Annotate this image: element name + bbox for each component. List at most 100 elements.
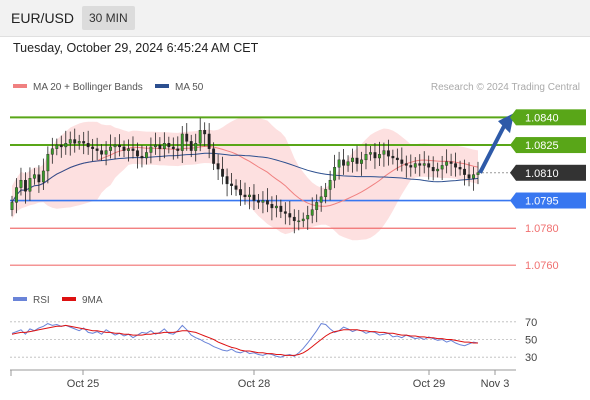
candle-body (64, 143, 68, 148)
candle-body (198, 130, 202, 144)
candle-body (122, 146, 126, 151)
ma9-legend-swatch (62, 297, 76, 301)
candle-body (301, 218, 305, 222)
ma9-legend-label: 9MA (82, 295, 103, 306)
candle-body (319, 196, 323, 203)
candle-body (324, 189, 328, 198)
level-badge-notch-2 (510, 164, 516, 181)
candle-body (55, 144, 59, 149)
x-tick-label: Oct 29 (413, 378, 445, 390)
credit-text: Research © 2024 Trading Central (431, 82, 580, 93)
candle-body (113, 144, 117, 148)
forecast-arrow-shaft (478, 125, 506, 174)
ma20-legend-swatch (13, 84, 27, 88)
x-tick-label: Oct 25 (67, 378, 99, 390)
candle-body (239, 189, 242, 196)
candle-body (180, 133, 184, 151)
candle-body (472, 174, 475, 179)
candle-body (265, 200, 269, 205)
rsi-tick-label: 50 (525, 335, 537, 347)
header-bar: EUR/USD 30 MIN (0, 0, 590, 37)
candle-body (333, 167, 337, 181)
candle-body (68, 139, 72, 144)
candle-body (458, 167, 462, 170)
datetime-label: Tuesday, October 29, 2024 6:45:24 AM CET (13, 41, 259, 55)
level-label-2: 1.0810 (525, 168, 559, 180)
price-chart: MA 20 + Bollinger Bands MA 50 Research ©… (10, 82, 586, 390)
candle-body (24, 179, 27, 192)
candle-body (118, 144, 121, 148)
candle-body (77, 141, 81, 144)
level-label-4: 1.0780 (525, 223, 559, 235)
candle-body (297, 220, 301, 223)
candle-body (328, 179, 332, 190)
candle-body (234, 185, 238, 190)
candle-body (203, 130, 207, 135)
level-label-1: 1.0825 (525, 140, 559, 152)
candle-body (400, 159, 404, 164)
candle-body (342, 159, 345, 166)
candle-body (248, 194, 251, 198)
rsi-tick-label: 30 (525, 352, 537, 364)
candle-body (467, 174, 471, 179)
candle-body (95, 148, 99, 151)
candle-body (185, 133, 189, 142)
candle-body (310, 209, 314, 216)
candle-body (162, 143, 166, 149)
candle-body (431, 167, 435, 172)
candle-body (216, 163, 220, 170)
candle-body (15, 187, 18, 203)
ma50-legend-swatch (155, 84, 169, 88)
candle-body (422, 163, 426, 166)
candle-body (463, 168, 466, 175)
candle-body (418, 163, 422, 166)
candle-body (378, 154, 381, 159)
rsi-legend: RSI 9MA (13, 295, 103, 306)
candle-body (315, 202, 319, 210)
candle-body (274, 205, 278, 209)
candle-body (386, 150, 390, 157)
level-label-3: 1.0795 (525, 196, 559, 208)
candle-body (440, 165, 444, 170)
candle-body (449, 161, 453, 164)
level-badge-notch-3 (510, 192, 516, 209)
candle-body (454, 163, 458, 168)
candle-body (19, 179, 23, 188)
candle-body (140, 155, 144, 159)
candle-body (436, 168, 440, 172)
candle-body (288, 213, 292, 218)
candle-body (59, 144, 63, 148)
rsi-panel: 70 50 30 (10, 317, 537, 364)
candle-body (136, 150, 139, 157)
candle-body (86, 143, 90, 148)
candle-body (283, 211, 287, 214)
candle-body (100, 150, 104, 155)
level-badge-notch-1 (510, 137, 516, 154)
candle-body (413, 163, 417, 168)
candle-body (270, 204, 274, 209)
candle-body (369, 152, 372, 155)
candle-body (409, 165, 413, 168)
candle-body (207, 133, 211, 149)
candle-body (445, 161, 449, 166)
candle-body (131, 148, 135, 151)
candle-body (189, 141, 193, 151)
candle-body (292, 216, 296, 222)
candle-body (382, 150, 386, 155)
candle-body (364, 154, 368, 161)
candle-body (127, 148, 130, 151)
candle-body (355, 157, 359, 164)
candle-body (337, 159, 341, 168)
candle-body (230, 183, 233, 186)
candle-body (257, 200, 260, 203)
candle-body (261, 200, 265, 203)
candle-body (149, 146, 153, 153)
candle-body (109, 146, 112, 151)
level-label-5: 1.0760 (525, 260, 559, 272)
candle-body (145, 152, 148, 159)
x-axis: Oct 25 Oct 28 Oct 29 Nov 3 (10, 370, 509, 390)
candle-body (171, 146, 175, 149)
candle-body (212, 148, 216, 164)
timeframe-badge[interactable]: 30 MIN (82, 6, 135, 30)
candle-body (427, 163, 431, 168)
